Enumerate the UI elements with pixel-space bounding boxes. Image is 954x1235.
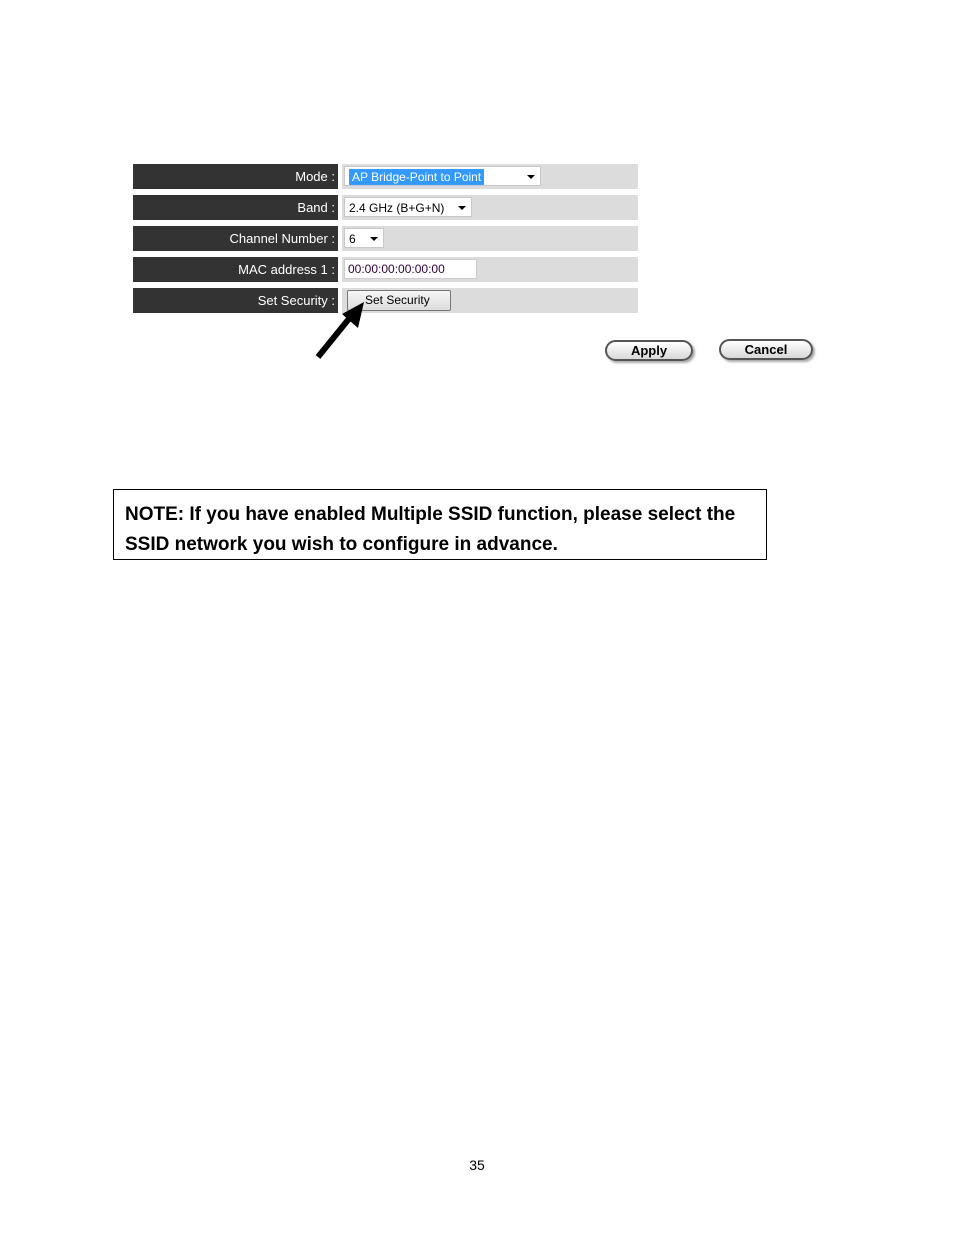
channel-select[interactable]: 6 [344, 228, 384, 248]
band-row: Band : 2.4 GHz (B+G+N) [133, 195, 638, 220]
mode-select[interactable]: AP Bridge-Point to Point [344, 166, 541, 186]
mode-label: Mode : [133, 164, 338, 189]
channel-row: Channel Number : 6 [133, 226, 638, 251]
channel-selected-value: 6 [349, 232, 356, 246]
chevron-down-icon [370, 237, 378, 241]
chevron-down-icon [458, 206, 466, 210]
mac-row: MAC address 1 : 00:00:00:00:00:00 [133, 257, 638, 282]
security-value-cell: Set Security [342, 288, 638, 313]
band-label: Band : [133, 195, 338, 220]
apply-button[interactable]: Apply [605, 340, 693, 361]
cancel-button[interactable]: Cancel [719, 339, 813, 360]
channel-label: Channel Number : [133, 226, 338, 251]
band-selected-value: 2.4 GHz (B+G+N) [349, 201, 445, 215]
band-value-cell: 2.4 GHz (B+G+N) [342, 195, 638, 220]
mac-value-cell: 00:00:00:00:00:00 [342, 257, 638, 282]
band-select[interactable]: 2.4 GHz (B+G+N) [344, 197, 472, 217]
note-box: NOTE: If you have enabled Multiple SSID … [113, 489, 767, 560]
pointer-arrow-icon [315, 302, 364, 359]
security-row: Set Security : Set Security [133, 288, 638, 313]
mode-selected-value: AP Bridge-Point to Point [349, 169, 485, 185]
mode-value-cell: AP Bridge-Point to Point [342, 164, 638, 189]
mac-address-input[interactable]: 00:00:00:00:00:00 [344, 259, 477, 279]
channel-value-cell: 6 [342, 226, 638, 251]
mode-row: Mode : AP Bridge-Point to Point [133, 164, 638, 189]
page-number: 35 [469, 1157, 485, 1173]
security-label: Set Security : [133, 288, 338, 313]
document-page: Mode : AP Bridge-Point to Point Band : 2… [0, 0, 954, 1235]
chevron-down-icon [527, 175, 535, 179]
mac-label: MAC address 1 : [133, 257, 338, 282]
